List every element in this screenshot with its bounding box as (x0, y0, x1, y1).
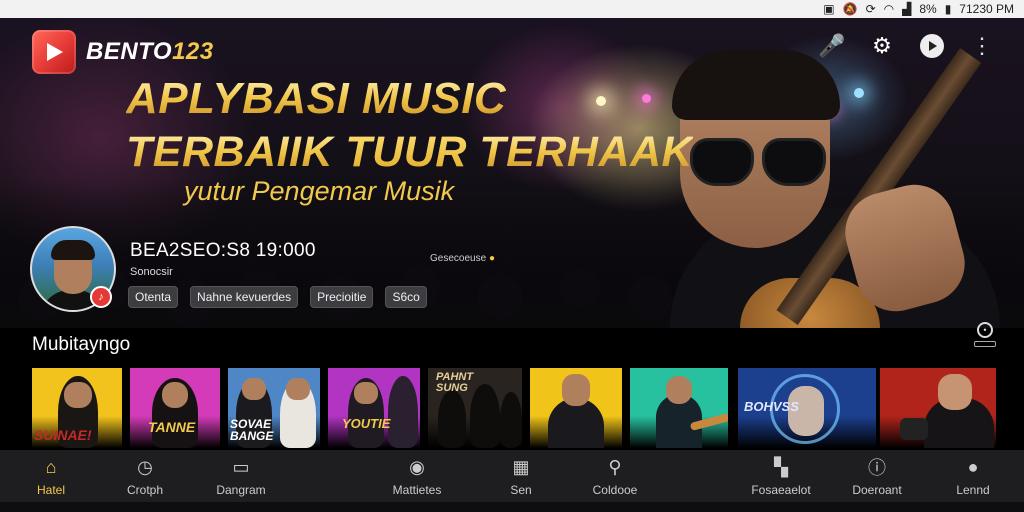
album-card[interactable] (880, 368, 996, 448)
more-options-icon[interactable]: ⋮ (966, 30, 998, 62)
album-card[interactable] (630, 368, 728, 448)
section-title: Mubitayngo (32, 334, 131, 355)
image-icon: ▭ (232, 456, 250, 477)
musician-image (650, 38, 1024, 328)
headline-word-3: TERHAAK (466, 128, 694, 176)
brand-name-part1: BENTO (86, 38, 173, 65)
sync-icon: ⟳ (865, 2, 876, 16)
nav-item-lennd[interactable]: ● Lennd (928, 450, 1018, 502)
nav-label: Dangram (216, 483, 266, 497)
mute-icon: 🔕 (842, 2, 858, 16)
live-status: Gesecoeuse ● (430, 253, 495, 264)
clock-icon: ◷ (137, 456, 153, 477)
nav-item-dangram[interactable]: ▭ Dangram (196, 450, 286, 502)
headline-word-2: TUUR (345, 128, 467, 176)
user-icon: ● (967, 456, 979, 477)
info-circle-icon: ⓘ (868, 458, 886, 478)
hero-headline-line2: TERBAIIK TUUR TERHAAK (126, 128, 693, 177)
nav-item-mattietes[interactable]: ◉ Mattietes (372, 450, 462, 502)
settings-gear-icon[interactable]: ⚙ (866, 30, 898, 62)
brand-name-part2: 123 (172, 38, 214, 65)
nav-label: Lennd (956, 483, 990, 497)
artist-tags: Otenta Nahne kevuerdes Precioitie S6co (128, 286, 427, 308)
app-logo[interactable]: BENTO123 (32, 30, 214, 74)
nav-label: Crotph (126, 483, 164, 497)
album-card[interactable]: BOHVSS (738, 368, 876, 448)
chart-icon: ▚ (774, 456, 788, 477)
tag-chip[interactable]: Precioitie (310, 286, 374, 308)
album-card[interactable] (530, 368, 622, 448)
headline-word-1: TERBAIIK (126, 128, 346, 176)
album-title: SOVAE BANGE (230, 417, 274, 443)
grid-icon: ▦ (512, 456, 530, 477)
tag-chip[interactable]: Nahne kevuerdes (190, 286, 299, 308)
play-logo-icon (32, 30, 76, 74)
bottom-navigation: ⌂ Hatel ◷ Crotph ▭ Dangram ◉ Mattietes ▦ Sen ⚲ Cold… (0, 450, 1024, 502)
nav-label: Sen (510, 483, 532, 497)
status-bar: ▣ 🔕 ⟳ ◠ ▟ 8% ▮ 71230 PM (0, 0, 1024, 18)
album-card[interactable]: SOVAE BANGE (228, 368, 320, 448)
nav-label: Fosaeaelot (751, 483, 811, 497)
brand-name: BENTO123 (86, 38, 214, 66)
hero-headline-line1: APLYBASI MUSIC (126, 74, 507, 123)
tag-chip[interactable]: S6co (385, 286, 427, 308)
album-card[interactable]: YOUTIE (328, 368, 420, 448)
battery-level: 8% (919, 2, 937, 16)
album-title: SUINAE! (34, 427, 92, 443)
album-card[interactable]: PAHNT SUNG (428, 368, 522, 448)
artist-subtitle: Sonocsir (130, 266, 173, 278)
album-title: YOUTIE (342, 416, 391, 431)
search-icon: ⚲ (608, 456, 622, 477)
album-card[interactable]: SUINAE! (32, 368, 122, 448)
nav-item-doeroant[interactable]: ⓘ Doeroant (832, 450, 922, 502)
mic-icon: ◉ (409, 456, 425, 477)
system-nav-strip (0, 502, 1024, 512)
section-more-icon[interactable]: • (974, 322, 996, 350)
tag-chip[interactable]: Otenta (128, 286, 179, 308)
verified-badge-icon: ♪ (90, 286, 112, 308)
wifi-icon: ◠ (883, 2, 895, 16)
hero-subtitle: yutur Pengemar Musik (184, 176, 455, 206)
screenshot-icon: ▣ (823, 2, 835, 16)
nav-label: Coldooe (592, 483, 638, 497)
artist-name: BEA2SEO:S8 19:000 (130, 240, 316, 261)
top-icon-bar: 🎤 ⚙ ⋮ (816, 30, 998, 62)
nav-label: Mattietes (392, 483, 442, 497)
stage-light (596, 96, 606, 106)
nav-item-crotph[interactable]: ◷ Crotph (100, 450, 190, 502)
nav-item-fosaeaelot[interactable]: ▚ Fosaeaelot (736, 450, 826, 502)
nav-item-sen[interactable]: ▦ Sen (476, 450, 566, 502)
album-card[interactable]: TANNE (130, 368, 220, 448)
live-status-text: Gesecoeuse (430, 253, 487, 264)
album-title: TANNE (148, 419, 196, 435)
signal-icon: ▟ (902, 2, 912, 16)
musician-hair (672, 50, 840, 120)
microphone-icon[interactable]: 🎤 (816, 30, 848, 62)
nav-label: Hatel (36, 483, 65, 497)
home-icon: ⌂ (45, 456, 57, 477)
clock-time: 71230 PM (959, 2, 1014, 16)
live-dot-icon: ● (488, 253, 495, 264)
nav-item-hatel[interactable]: ⌂ Hatel (6, 450, 96, 502)
album-row: SUINAE! TANNE SOVAE BANGE YOUTIE PAHNT S… (0, 368, 1024, 450)
nav-item-coldooe[interactable]: ⚲ Coldooe (570, 450, 660, 502)
nav-label: Doeroant (852, 483, 902, 497)
battery-icon: ▮ (944, 2, 952, 16)
play-circle-icon[interactable] (916, 30, 948, 62)
sunglasses (690, 138, 830, 186)
album-title: BOHVSS (744, 399, 799, 414)
album-title: PAHNT SUNG (436, 371, 474, 394)
